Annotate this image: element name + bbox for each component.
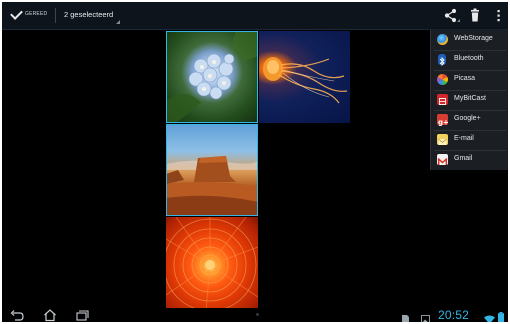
bluetooth-icon — [438, 54, 446, 67]
picasa-icon — [437, 74, 448, 85]
trash-icon[interactable] — [464, 2, 486, 29]
recent-apps-icon[interactable] — [72, 308, 92, 322]
share-item-gmail[interactable]: Gmail — [431, 150, 508, 170]
google-plus-icon: g+ — [437, 114, 449, 127]
share-item-picasa[interactable]: Picasa — [431, 70, 508, 90]
photo-flower[interactable] — [166, 217, 258, 311]
webstorage-icon — [437, 34, 448, 45]
share-item-label: Google+ — [454, 115, 481, 122]
wifi-icon — [484, 311, 495, 322]
battery-icon — [498, 310, 504, 322]
file-icon — [402, 311, 409, 322]
share-item-bluetooth[interactable]: Bluetooth — [431, 50, 508, 70]
photo-hydrangea[interactable] — [166, 31, 258, 123]
system-bar: 20:52 — [2, 308, 508, 322]
share-item-label: Bluetooth — [454, 55, 484, 62]
done-button[interactable]: GEREED — [2, 2, 54, 29]
selection-count-label: 2 geselecteerd — [64, 10, 114, 19]
gallery-screen: GEREED 2 geselecteerd WebStorage Bluetoo… — [2, 2, 508, 322]
done-label: GEREED — [25, 11, 48, 17]
share-item-label: MyBitCast — [454, 95, 486, 102]
share-item-webstorage[interactable]: WebStorage — [431, 30, 508, 50]
status-clock: 20:52 — [438, 308, 470, 322]
share-item-label: Picasa — [454, 75, 476, 82]
home-icon[interactable] — [40, 308, 60, 322]
page-indicator — [256, 313, 259, 316]
back-icon[interactable] — [8, 308, 28, 322]
selection-dropdown[interactable]: 2 geselecteerd — [60, 2, 124, 29]
email-icon — [437, 134, 448, 145]
share-item-google-plus[interactable]: g+ Google+ — [431, 110, 508, 130]
share-item-label: Gmail — [454, 155, 473, 162]
share-item-label: WebStorage — [454, 35, 493, 42]
share-item-mybitcast[interactable]: MyBitCast — [431, 90, 508, 110]
share-icon[interactable] — [440, 2, 462, 29]
dropdown-corner-icon — [116, 20, 120, 24]
svg-text:g+: g+ — [438, 119, 448, 127]
photo-desert[interactable] — [166, 124, 258, 216]
action-bar-divider — [55, 8, 56, 23]
gmail-icon — [437, 154, 448, 165]
image-icon — [421, 311, 430, 322]
share-menu: WebStorage Bluetooth Picasa MyBitCast g+ — [430, 30, 508, 170]
mybitcast-icon — [437, 94, 448, 105]
check-icon — [10, 7, 23, 20]
share-item-email[interactable]: E-mail — [431, 130, 508, 150]
share-item-label: E-mail — [454, 135, 474, 142]
action-bar: GEREED 2 geselecteerd — [2, 2, 508, 30]
photo-jellyfish[interactable] — [259, 31, 350, 123]
overflow-menu-icon[interactable] — [490, 2, 508, 29]
